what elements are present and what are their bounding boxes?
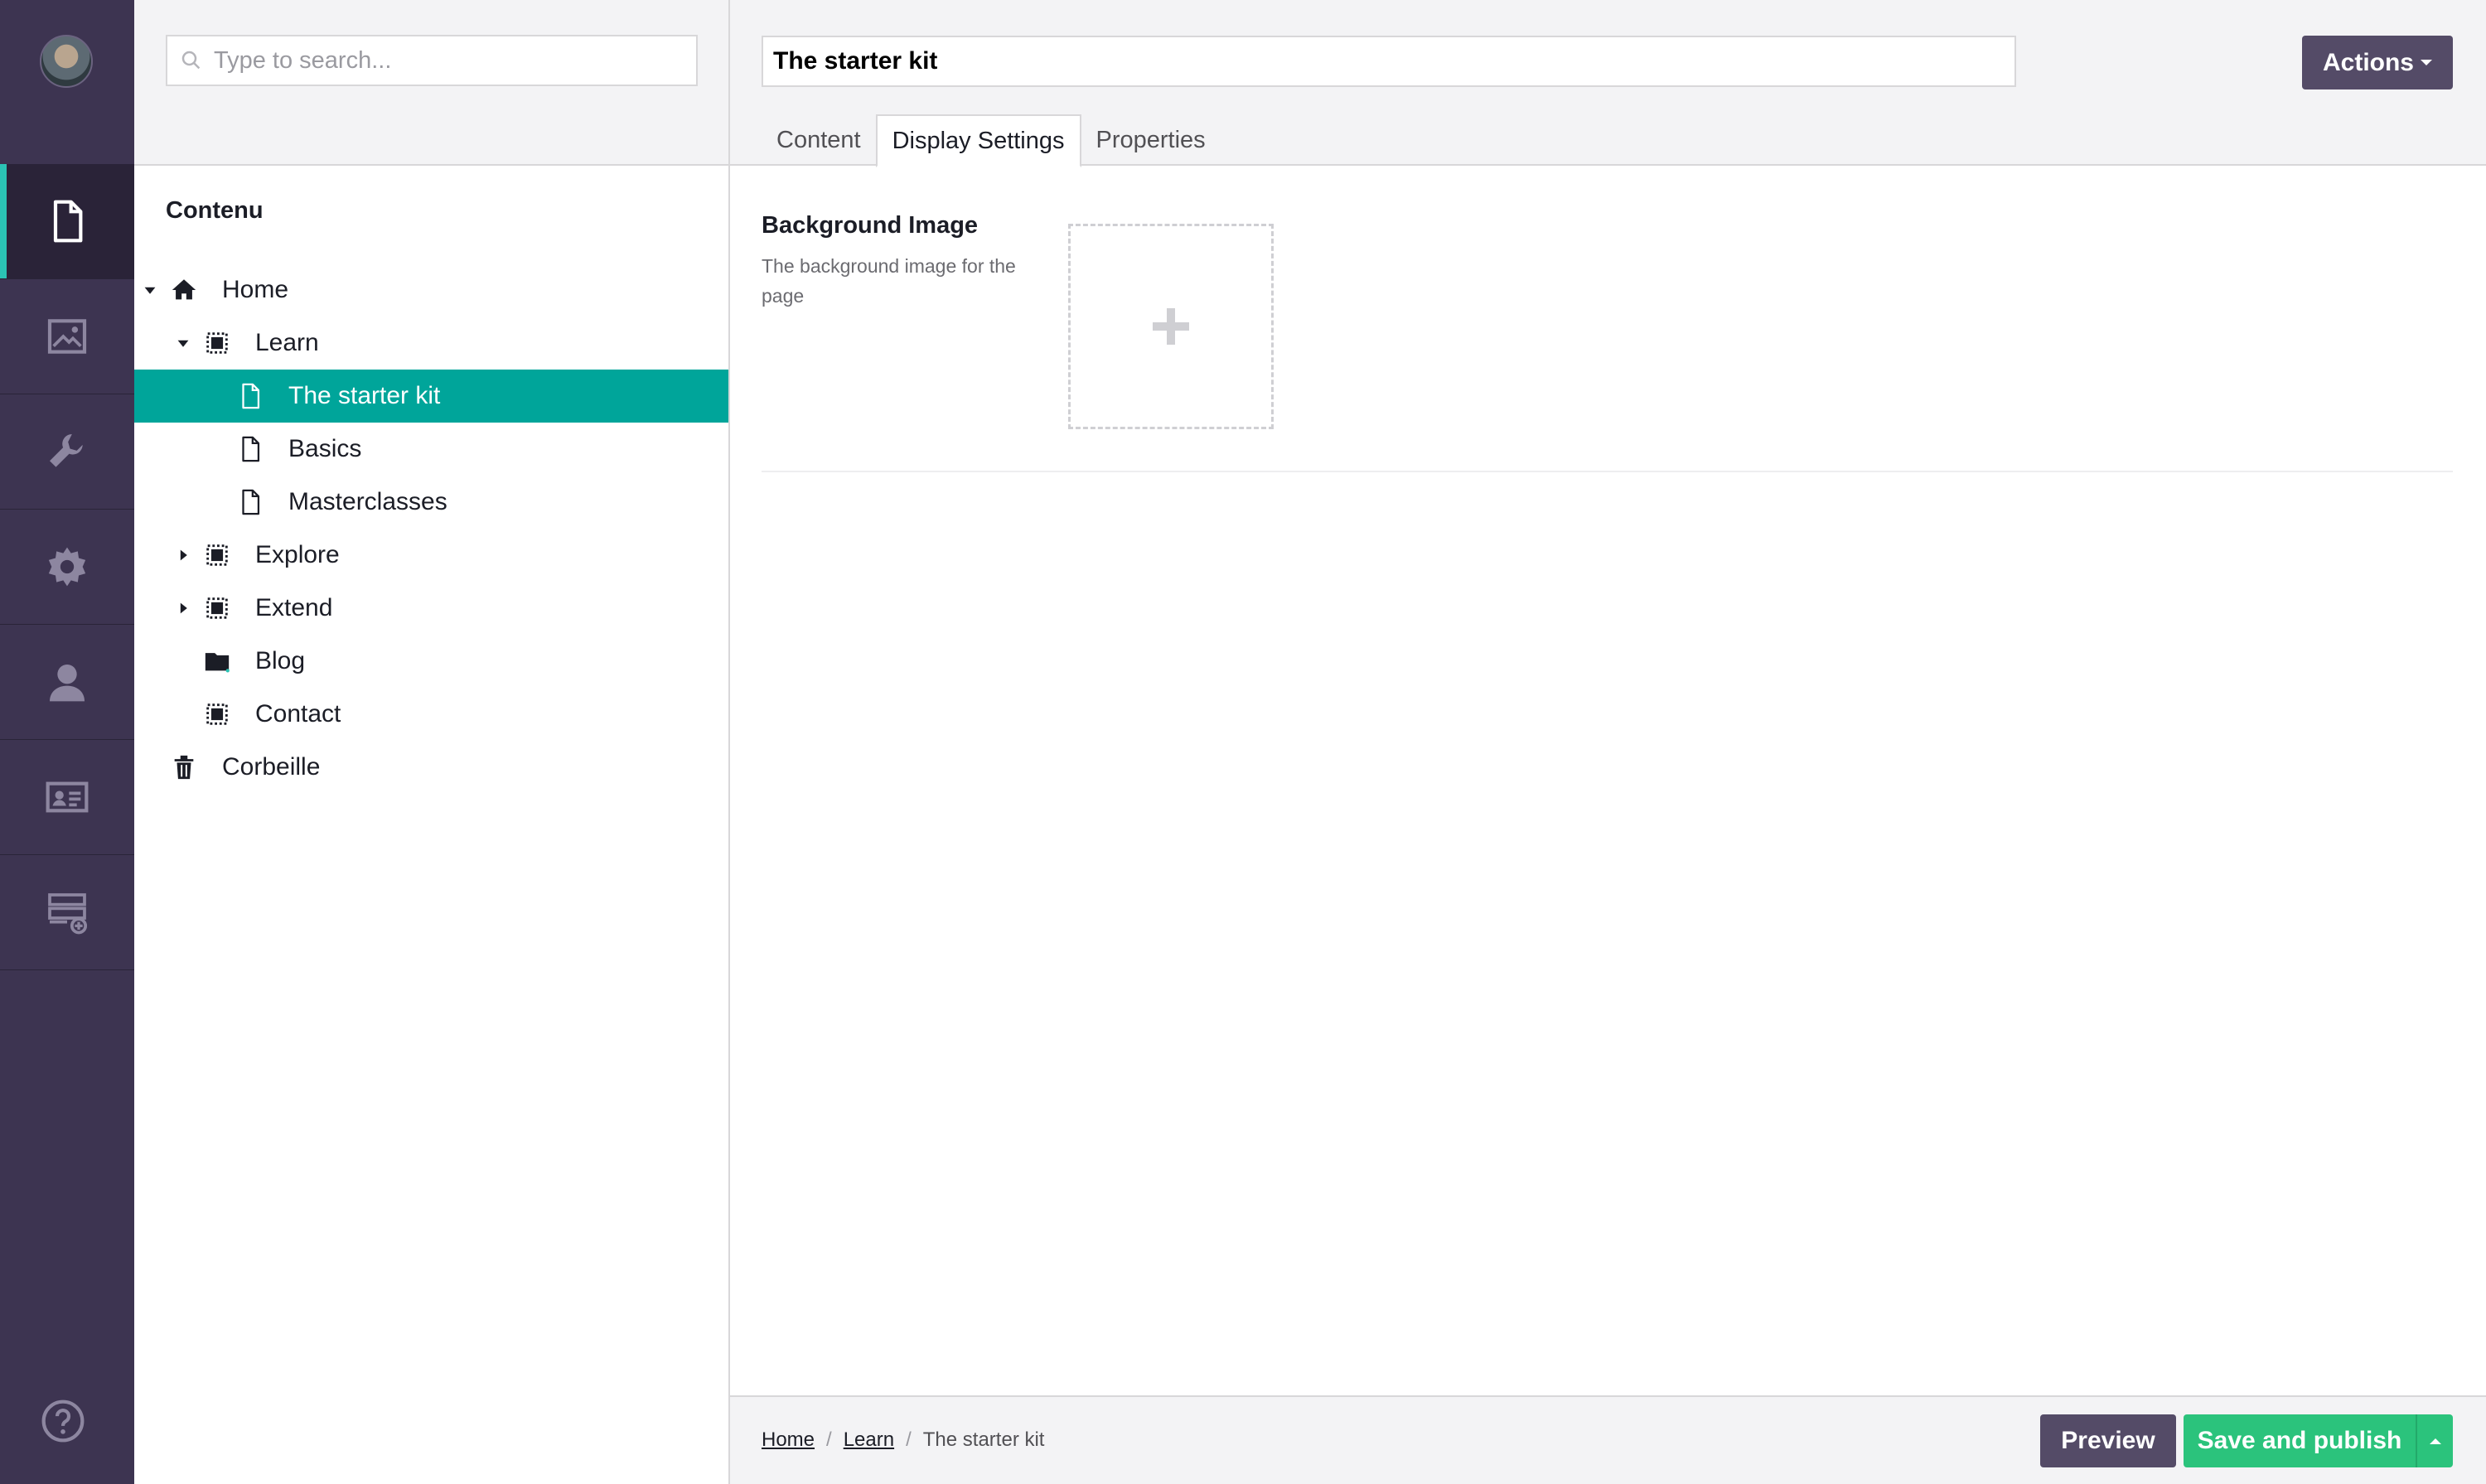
tree-item[interactable]: The starter kit bbox=[134, 370, 728, 423]
tree-item[interactable]: Learn bbox=[134, 317, 728, 370]
caret-right-icon[interactable] bbox=[174, 546, 192, 564]
tree-item-label: Explore bbox=[255, 541, 340, 568]
tree-item-label: Masterclasses bbox=[288, 488, 447, 515]
caret-spacer bbox=[207, 387, 225, 405]
breadcrumb-home[interactable]: Home bbox=[762, 1428, 815, 1452]
caret-right-icon[interactable] bbox=[174, 599, 192, 617]
node-name-input[interactable] bbox=[762, 36, 2016, 87]
forms-icon bbox=[48, 893, 88, 935]
page-icon bbox=[235, 434, 265, 464]
breadcrumb-current: The starter kit bbox=[922, 1428, 1045, 1451]
tree-list: Home Learn The starter kit Basics Masterclas… bbox=[134, 263, 728, 794]
caret-down-icon[interactable] bbox=[141, 281, 159, 299]
help-icon[interactable] bbox=[40, 1398, 86, 1444]
folder-icon bbox=[202, 646, 232, 676]
tree-item[interactable]: Blog bbox=[134, 635, 728, 688]
tree-item-label: Blog bbox=[255, 647, 306, 674]
caret-spacer bbox=[141, 758, 159, 776]
tab-display-settings[interactable]: Display Settings bbox=[875, 114, 1081, 167]
plus-icon bbox=[1153, 308, 1189, 345]
property-divider bbox=[762, 471, 2453, 472]
tree-item[interactable]: Masterclasses bbox=[134, 476, 728, 529]
gear-icon bbox=[48, 547, 86, 587]
tree-item[interactable]: Explore bbox=[134, 529, 728, 582]
user-avatar[interactable] bbox=[40, 35, 93, 88]
tree-item[interactable]: Home bbox=[134, 263, 728, 317]
breadcrumb-separator: / bbox=[826, 1428, 832, 1451]
tree-item-label: Extend bbox=[255, 594, 333, 621]
media-picker-add[interactable] bbox=[1068, 224, 1274, 429]
image-icon bbox=[47, 319, 87, 354]
tree-heading: Contenu bbox=[166, 197, 264, 224]
section-content[interactable] bbox=[0, 164, 134, 279]
section-icon bbox=[202, 540, 232, 570]
tree-item[interactable]: Extend bbox=[134, 582, 728, 635]
property-background-image: Background Image The background image fo… bbox=[762, 212, 1035, 311]
section-members[interactable] bbox=[0, 740, 134, 855]
search-input[interactable] bbox=[214, 46, 694, 75]
wrench-icon bbox=[50, 434, 83, 467]
section-list bbox=[0, 164, 134, 970]
caret-spacer bbox=[174, 652, 192, 670]
save-and-publish-button[interactable]: Save and publish bbox=[2184, 1414, 2416, 1467]
tree-item-label: Basics bbox=[288, 435, 362, 462]
tree-header bbox=[134, 0, 728, 166]
section-icon bbox=[202, 328, 232, 358]
section-rail bbox=[0, 0, 134, 1484]
tree-search[interactable] bbox=[166, 35, 698, 86]
tab-content[interactable]: Content bbox=[762, 114, 876, 166]
actions-label: Actions bbox=[2322, 48, 2414, 76]
tree-item[interactable]: Contact bbox=[134, 688, 728, 741]
section-users[interactable] bbox=[0, 625, 134, 740]
tab-properties[interactable]: Properties bbox=[1081, 114, 1221, 166]
tree-item-label: Home bbox=[222, 276, 289, 303]
caret-spacer bbox=[207, 493, 225, 511]
caret-spacer bbox=[174, 705, 192, 723]
editor-footer: Home / Learn / The starter kit Preview S… bbox=[730, 1395, 2486, 1484]
document-icon bbox=[53, 200, 83, 243]
tree-item-label: Contact bbox=[255, 700, 341, 727]
search-icon bbox=[181, 51, 201, 70]
breadcrumb: Home / Learn / The starter kit bbox=[762, 1428, 1044, 1452]
editor-tabs: Content Display Settings Properties bbox=[762, 114, 1221, 167]
tree-item[interactable]: Corbeille bbox=[134, 741, 728, 794]
breadcrumb-separator: / bbox=[906, 1428, 912, 1451]
id-card-icon bbox=[46, 781, 89, 813]
property-label: Background Image bbox=[762, 212, 979, 239]
chevron-down-icon bbox=[2421, 60, 2432, 65]
preview-button[interactable]: Preview bbox=[2040, 1414, 2176, 1467]
section-icon bbox=[202, 699, 232, 729]
user-icon bbox=[50, 665, 85, 702]
section-packages[interactable] bbox=[0, 510, 134, 625]
property-description: The background image for the page bbox=[762, 255, 1016, 307]
section-icon bbox=[202, 593, 232, 623]
page-icon bbox=[235, 487, 265, 517]
tree-item-label: Learn bbox=[255, 329, 319, 356]
trash-icon bbox=[169, 752, 199, 782]
breadcrumb-learn[interactable]: Learn bbox=[844, 1428, 894, 1452]
editor-header: Actions Content Display Settings Propert… bbox=[730, 0, 2486, 167]
publish-options-button[interactable] bbox=[2416, 1414, 2453, 1467]
tree-item-label: The starter kit bbox=[288, 382, 441, 409]
page-icon bbox=[235, 381, 265, 411]
editor: Actions Content Display Settings Propert… bbox=[730, 0, 2486, 1484]
actions-button[interactable]: Actions bbox=[2302, 36, 2453, 89]
caret-down-icon[interactable] bbox=[174, 334, 192, 352]
chevron-up-icon bbox=[2429, 1438, 2441, 1444]
tree-item-label: Corbeille bbox=[222, 753, 321, 781]
section-settings[interactable] bbox=[0, 394, 134, 510]
home-icon bbox=[169, 275, 199, 305]
content-tree-panel: Contenu Home Learn The starter kit Basics Ma… bbox=[134, 0, 730, 1484]
caret-spacer bbox=[207, 440, 225, 458]
section-forms[interactable] bbox=[0, 855, 134, 970]
section-media[interactable] bbox=[0, 279, 134, 394]
tree-item[interactable]: Basics bbox=[134, 423, 728, 476]
